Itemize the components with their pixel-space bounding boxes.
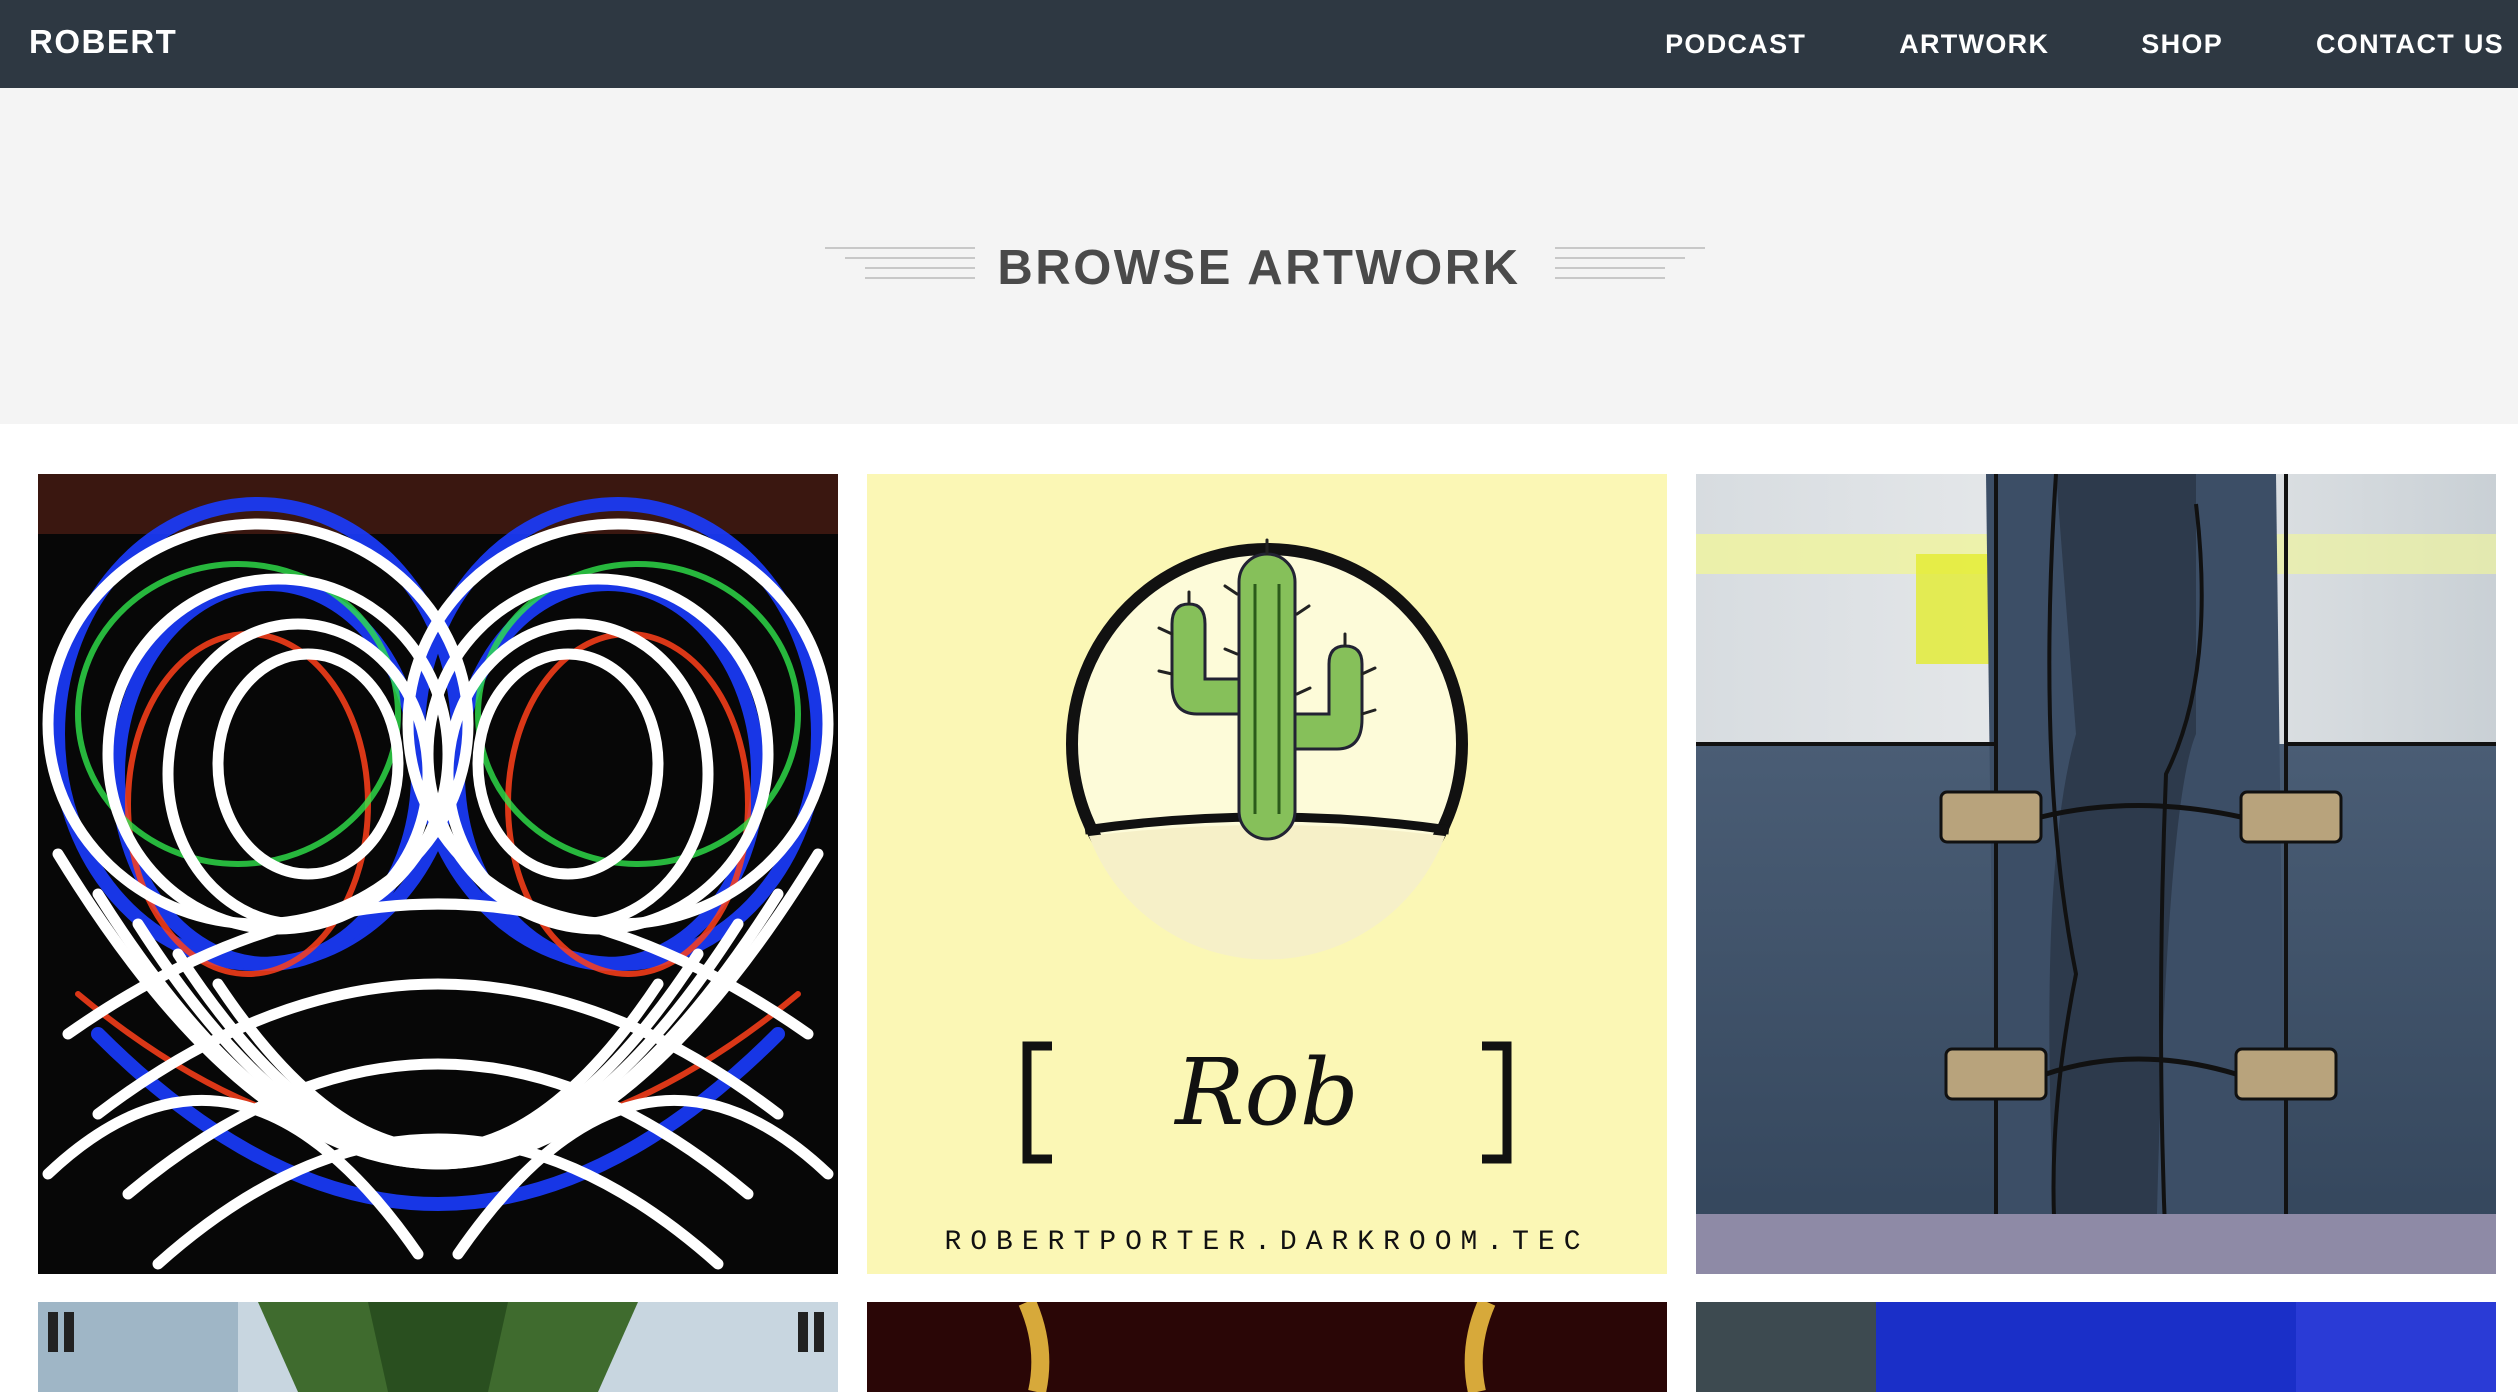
- main-nav: PODCAST ARTWORK SHOP CONTACT US: [1665, 0, 2518, 88]
- light-painting-image: [38, 474, 838, 1274]
- gallery-item-blue-abstract[interactable]: [1696, 1302, 2496, 1392]
- nav-link-contact-us[interactable]: CONTACT US: [2316, 29, 2504, 60]
- nav-link-podcast[interactable]: PODCAST: [1665, 29, 1806, 60]
- gallery-item-gold-chain[interactable]: [867, 1302, 1667, 1392]
- nav-link-shop[interactable]: SHOP: [2141, 29, 2223, 60]
- cactus-rob-text: Rob: [1173, 1039, 1359, 1146]
- site-brand-logo[interactable]: ROBERT: [29, 0, 177, 88]
- page-title: BROWSE ARTWORK: [997, 241, 1521, 295]
- cactus-logo-image: Rob ROBERTPORTER.DARKROOM.TEC: [867, 474, 1667, 1274]
- gallery-item-industrial-wall[interactable]: [1696, 474, 2496, 1274]
- gallery-item-palm-tree[interactable]: [38, 1302, 838, 1392]
- title-decoration-right: [1555, 245, 1710, 285]
- gallery-item-cactus-logo[interactable]: Rob ROBERTPORTER.DARKROOM.TEC: [867, 474, 1667, 1274]
- industrial-wall-image: [1696, 474, 2496, 1274]
- gallery-item-light-painting[interactable]: [38, 474, 838, 1274]
- nav-link-artwork[interactable]: ARTWORK: [1899, 29, 2049, 60]
- palm-tree-image: [38, 1302, 838, 1392]
- blue-abstract-image: [1696, 1302, 2496, 1392]
- gold-chain-image: [867, 1302, 1667, 1392]
- cactus-url-text: ROBERTPORTER.DARKROOM.TEC: [944, 1227, 1589, 1258]
- top-navigation-bar: ROBERT PODCAST ARTWORK SHOP CONTACT US: [0, 0, 2518, 88]
